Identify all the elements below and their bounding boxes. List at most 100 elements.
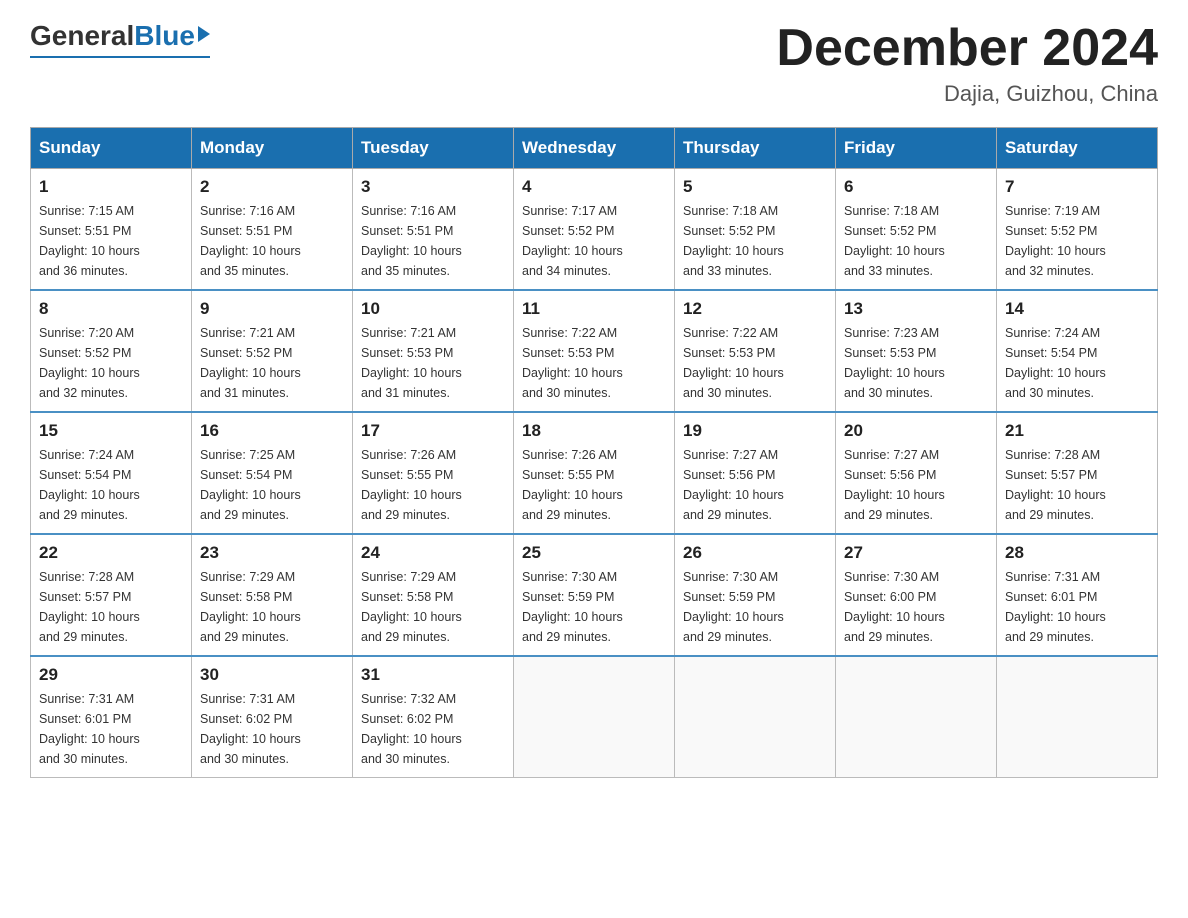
table-row: 28 Sunrise: 7:31 AMSunset: 6:01 PMDayligh… <box>997 534 1158 656</box>
calendar-week-row: 29 Sunrise: 7:31 AMSunset: 6:01 PMDayligh… <box>31 656 1158 778</box>
day-number: 17 <box>361 421 505 441</box>
header-monday: Monday <box>192 128 353 169</box>
table-row: 8Sunrise: 7:20 AMSunset: 5:52 PMDaylight… <box>31 290 192 412</box>
day-number: 3 <box>361 177 505 197</box>
day-number: 14 <box>1005 299 1149 319</box>
day-number: 20 <box>844 421 988 441</box>
day-info: Sunrise: 7:27 AMSunset: 5:56 PMDaylight:… <box>683 445 827 525</box>
day-number: 23 <box>200 543 344 563</box>
day-info: Sunrise: 7:25 AMSunset: 5:54 PMDaylight:… <box>200 445 344 525</box>
day-number: 10 <box>361 299 505 319</box>
logo-underline <box>30 56 210 58</box>
day-info: Sunrise: 7:24 AMSunset: 5:54 PMDaylight:… <box>39 445 183 525</box>
table-row: 12 Sunrise: 7:22 AMSunset: 5:53 PMDayligh… <box>675 290 836 412</box>
day-number: 27 <box>844 543 988 563</box>
table-row <box>514 656 675 778</box>
day-number: 28 <box>1005 543 1149 563</box>
header-sunday: Sunday <box>31 128 192 169</box>
calendar-header-row: Sunday Monday Tuesday Wednesday Thursday… <box>31 128 1158 169</box>
day-info: Sunrise: 7:15 AMSunset: 5:51 PMDaylight:… <box>39 201 183 281</box>
day-info: Sunrise: 7:31 AMSunset: 6:02 PMDaylight:… <box>200 689 344 769</box>
calendar-week-row: 1 Sunrise: 7:15 AMSunset: 5:51 PMDaylight… <box>31 169 1158 291</box>
day-number: 19 <box>683 421 827 441</box>
day-info: Sunrise: 7:30 AMSunset: 6:00 PMDaylight:… <box>844 567 988 647</box>
day-number: 4 <box>522 177 666 197</box>
table-row <box>997 656 1158 778</box>
table-row: 24Sunrise: 7:29 AMSunset: 5:58 PMDayligh… <box>353 534 514 656</box>
day-number: 29 <box>39 665 183 685</box>
day-number: 5 <box>683 177 827 197</box>
day-number: 24 <box>361 543 505 563</box>
day-info: Sunrise: 7:16 AMSunset: 5:51 PMDaylight:… <box>200 201 344 281</box>
day-number: 2 <box>200 177 344 197</box>
table-row: 27 Sunrise: 7:30 AMSunset: 6:00 PMDayligh… <box>836 534 997 656</box>
day-info: Sunrise: 7:28 AMSunset: 5:57 PMDaylight:… <box>1005 445 1149 525</box>
day-info: Sunrise: 7:23 AMSunset: 5:53 PMDaylight:… <box>844 323 988 403</box>
day-info: Sunrise: 7:26 AMSunset: 5:55 PMDaylight:… <box>522 445 666 525</box>
table-row: 1 Sunrise: 7:15 AMSunset: 5:51 PMDaylight… <box>31 169 192 291</box>
table-row: 30Sunrise: 7:31 AMSunset: 6:02 PMDayligh… <box>192 656 353 778</box>
table-row: 21 Sunrise: 7:28 AMSunset: 5:57 PMDayligh… <box>997 412 1158 534</box>
table-row: 11Sunrise: 7:22 AMSunset: 5:53 PMDayligh… <box>514 290 675 412</box>
header-wednesday: Wednesday <box>514 128 675 169</box>
day-info: Sunrise: 7:30 AMSunset: 5:59 PMDaylight:… <box>683 567 827 647</box>
calendar-week-row: 8Sunrise: 7:20 AMSunset: 5:52 PMDaylight… <box>31 290 1158 412</box>
table-row: 13 Sunrise: 7:23 AMSunset: 5:53 PMDayligh… <box>836 290 997 412</box>
table-row: 20Sunrise: 7:27 AMSunset: 5:56 PMDayligh… <box>836 412 997 534</box>
table-row: 9 Sunrise: 7:21 AMSunset: 5:52 PMDaylight… <box>192 290 353 412</box>
table-row: 23 Sunrise: 7:29 AMSunset: 5:58 PMDayligh… <box>192 534 353 656</box>
day-info: Sunrise: 7:31 AMSunset: 6:01 PMDaylight:… <box>1005 567 1149 647</box>
table-row: 19 Sunrise: 7:27 AMSunset: 5:56 PMDayligh… <box>675 412 836 534</box>
title-area: December 2024 Dajia, Guizhou, China <box>776 20 1158 107</box>
page-header: General Blue December 2024 Dajia, Guizho… <box>30 20 1158 107</box>
table-row: 3 Sunrise: 7:16 AMSunset: 5:51 PMDaylight… <box>353 169 514 291</box>
day-info: Sunrise: 7:22 AMSunset: 5:53 PMDaylight:… <box>683 323 827 403</box>
day-number: 1 <box>39 177 183 197</box>
month-title: December 2024 <box>776 20 1158 77</box>
table-row: 6 Sunrise: 7:18 AMSunset: 5:52 PMDaylight… <box>836 169 997 291</box>
day-number: 13 <box>844 299 988 319</box>
day-info: Sunrise: 7:24 AMSunset: 5:54 PMDaylight:… <box>1005 323 1149 403</box>
day-number: 16 <box>200 421 344 441</box>
day-info: Sunrise: 7:18 AMSunset: 5:52 PMDaylight:… <box>844 201 988 281</box>
table-row: 18Sunrise: 7:26 AMSunset: 5:55 PMDayligh… <box>514 412 675 534</box>
table-row: 26 Sunrise: 7:30 AMSunset: 5:59 PMDayligh… <box>675 534 836 656</box>
logo-blue-text: Blue <box>134 20 195 52</box>
day-number: 12 <box>683 299 827 319</box>
day-number: 26 <box>683 543 827 563</box>
day-number: 11 <box>522 299 666 319</box>
calendar-table: Sunday Monday Tuesday Wednesday Thursday… <box>30 127 1158 778</box>
table-row: 4 Sunrise: 7:17 AMSunset: 5:52 PMDaylight… <box>514 169 675 291</box>
calendar-week-row: 15Sunrise: 7:24 AMSunset: 5:54 PMDayligh… <box>31 412 1158 534</box>
day-number: 31 <box>361 665 505 685</box>
table-row: 29 Sunrise: 7:31 AMSunset: 6:01 PMDayligh… <box>31 656 192 778</box>
table-row: 7Sunrise: 7:19 AMSunset: 5:52 PMDaylight… <box>997 169 1158 291</box>
table-row: 10 Sunrise: 7:21 AMSunset: 5:53 PMDayligh… <box>353 290 514 412</box>
day-number: 22 <box>39 543 183 563</box>
day-number: 21 <box>1005 421 1149 441</box>
day-info: Sunrise: 7:21 AMSunset: 5:52 PMDaylight:… <box>200 323 344 403</box>
table-row: 16 Sunrise: 7:25 AMSunset: 5:54 PMDayligh… <box>192 412 353 534</box>
table-row: 15Sunrise: 7:24 AMSunset: 5:54 PMDayligh… <box>31 412 192 534</box>
header-tuesday: Tuesday <box>353 128 514 169</box>
table-row: 17Sunrise: 7:26 AMSunset: 5:55 PMDayligh… <box>353 412 514 534</box>
day-info: Sunrise: 7:30 AMSunset: 5:59 PMDaylight:… <box>522 567 666 647</box>
day-info: Sunrise: 7:18 AMSunset: 5:52 PMDaylight:… <box>683 201 827 281</box>
table-row: 5 Sunrise: 7:18 AMSunset: 5:52 PMDaylight… <box>675 169 836 291</box>
table-row: 2 Sunrise: 7:16 AMSunset: 5:51 PMDaylight… <box>192 169 353 291</box>
day-number: 9 <box>200 299 344 319</box>
table-row: 25Sunrise: 7:30 AMSunset: 5:59 PMDayligh… <box>514 534 675 656</box>
table-row <box>836 656 997 778</box>
day-number: 8 <box>39 299 183 319</box>
day-info: Sunrise: 7:31 AMSunset: 6:01 PMDaylight:… <box>39 689 183 769</box>
location-subtitle: Dajia, Guizhou, China <box>776 81 1158 107</box>
day-info: Sunrise: 7:21 AMSunset: 5:53 PMDaylight:… <box>361 323 505 403</box>
day-info: Sunrise: 7:29 AMSunset: 5:58 PMDaylight:… <box>200 567 344 647</box>
calendar-week-row: 22 Sunrise: 7:28 AMSunset: 5:57 PMDayligh… <box>31 534 1158 656</box>
day-info: Sunrise: 7:17 AMSunset: 5:52 PMDaylight:… <box>522 201 666 281</box>
day-info: Sunrise: 7:28 AMSunset: 5:57 PMDaylight:… <box>39 567 183 647</box>
table-row: 31Sunrise: 7:32 AMSunset: 6:02 PMDayligh… <box>353 656 514 778</box>
day-info: Sunrise: 7:16 AMSunset: 5:51 PMDaylight:… <box>361 201 505 281</box>
day-number: 6 <box>844 177 988 197</box>
table-row <box>675 656 836 778</box>
